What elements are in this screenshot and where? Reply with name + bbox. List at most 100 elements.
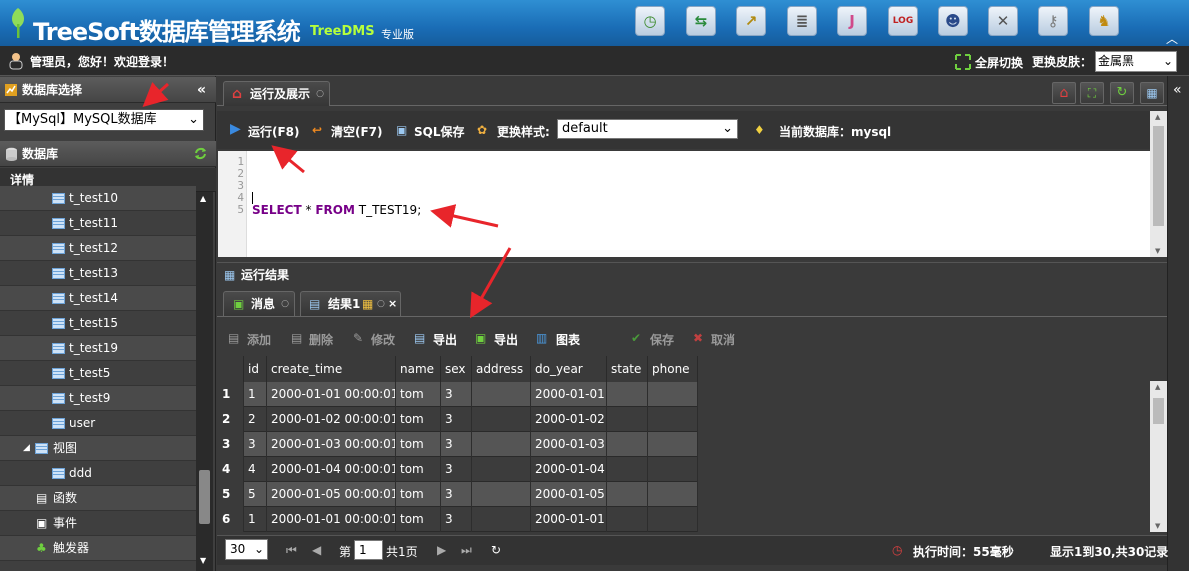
table-cell[interactable] — [648, 382, 698, 407]
tree-table-item[interactable]: user — [0, 411, 196, 436]
chart-button[interactable]: 图表 — [556, 331, 580, 348]
cancel-button[interactable]: 取消 — [711, 331, 735, 348]
tab-result1[interactable]: ▤ 结果1 ▦ ○ × — [300, 291, 401, 316]
table-cell[interactable]: 3 — [441, 482, 472, 507]
person-icon[interactable]: ♞ — [1089, 6, 1119, 36]
log-icon[interactable]: LOG — [888, 6, 918, 36]
table-cell[interactable]: 3 — [441, 407, 472, 432]
refresh-icon[interactable] — [193, 146, 208, 161]
table-cell[interactable]: 2000-01-03 00:00:01 — [267, 432, 396, 457]
tree-table-item[interactable]: t_test9 — [0, 386, 196, 411]
tab-menu-icon[interactable]: ○ — [281, 292, 289, 316]
column-header[interactable]: do_year — [531, 356, 607, 382]
table-cell[interactable]: 2000-01-04 — [531, 457, 607, 482]
tree-view-ddd[interactable]: ddd — [0, 461, 196, 486]
column-header[interactable]: state — [607, 356, 648, 382]
edit-button[interactable]: 修改 — [371, 331, 395, 348]
tree-functions[interactable]: ▤ 函数 — [0, 486, 196, 511]
fullscreen-icon[interactable] — [955, 54, 971, 70]
table-cell[interactable] — [648, 482, 698, 507]
column-header[interactable]: name — [396, 356, 441, 382]
table-cell[interactable]: 2000-01-01 00:00:01 — [267, 382, 396, 407]
tree-table-item[interactable]: t_test11 — [0, 211, 196, 236]
tree-table-item[interactable]: t_test5 — [0, 361, 196, 386]
tree-table-item[interactable]: t_test13 — [0, 261, 196, 286]
tab-menu-icon[interactable]: ○ — [377, 292, 385, 316]
table-cell[interactable]: tom — [396, 432, 441, 457]
tab-message[interactable]: ▣ 消息 ○ — [223, 291, 295, 316]
prev-page-icon[interactable]: ◀ — [312, 543, 321, 557]
table-cell[interactable]: 2000-01-04 00:00:01 — [267, 457, 396, 482]
reload-icon[interactable]: ↻ — [491, 543, 501, 557]
column-header[interactable]: create_time — [267, 356, 396, 382]
column-header[interactable]: id — [244, 356, 267, 382]
editor-scroll-thumb[interactable] — [1153, 126, 1164, 226]
table-cell[interactable] — [648, 507, 698, 532]
table-cell[interactable]: 2000-01-03 — [531, 432, 607, 457]
refresh-icon[interactable]: ↻ — [1110, 82, 1134, 104]
table-cell[interactable] — [648, 457, 698, 482]
table-cell[interactable]: tom — [396, 482, 441, 507]
first-page-icon[interactable]: ⏮ — [286, 543, 297, 558]
last-page-icon[interactable]: ⏭ — [461, 543, 472, 558]
close-icon[interactable]: × — [388, 292, 397, 316]
table-cell[interactable]: 1 — [244, 507, 267, 532]
table-cell[interactable]: 3 — [244, 432, 267, 457]
table-cell[interactable] — [648, 407, 698, 432]
column-header[interactable]: address — [472, 356, 531, 382]
table-cell[interactable] — [472, 482, 531, 507]
next-page-icon[interactable]: ▶ — [437, 543, 446, 557]
table-cell[interactable] — [607, 432, 648, 457]
table-cell[interactable] — [607, 407, 648, 432]
collapse-header-icon[interactable]: ︿ — [1166, 30, 1178, 47]
table-cell[interactable]: 2000-01-05 00:00:01 — [267, 482, 396, 507]
add-button[interactable]: 添加 — [247, 331, 271, 348]
tree-table-item[interactable]: t_test10 — [0, 186, 196, 211]
left-scroll-thumb[interactable] — [199, 470, 210, 524]
panel-icon[interactable]: ▦ — [1140, 82, 1164, 104]
table-cell[interactable] — [472, 382, 531, 407]
scroll-up-icon[interactable]: ▲ — [1155, 383, 1160, 391]
collapse-right-icon[interactable]: « — [1173, 82, 1182, 98]
table-cell[interactable] — [648, 432, 698, 457]
run-button[interactable]: 运行(F8) — [248, 123, 300, 140]
tab-run-display[interactable]: ⌂ 运行及展示 ○ — [223, 81, 330, 106]
column-header[interactable]: sex — [441, 356, 472, 382]
fullscreen-toggle[interactable]: 全屏切换 — [975, 54, 1023, 71]
table-cell[interactable]: 3 — [441, 382, 472, 407]
clear-button[interactable]: 清空(F7) — [331, 123, 383, 140]
table-cell[interactable]: 3 — [441, 457, 472, 482]
table-cell[interactable] — [472, 432, 531, 457]
expand-toggle-icon[interactable]: ◢ — [23, 436, 30, 461]
table-cell[interactable]: 5 — [244, 482, 267, 507]
table-cell[interactable] — [607, 507, 648, 532]
style-select[interactable]: default ⌄ — [557, 119, 738, 139]
table-cell[interactable]: 3 — [441, 432, 472, 457]
home-icon[interactable]: ⌂ — [1052, 82, 1076, 104]
table-cell[interactable]: 3 — [441, 507, 472, 532]
tree-views[interactable]: ◢ 视图 — [0, 436, 196, 461]
table-cell[interactable] — [607, 382, 648, 407]
table-cell[interactable]: 2000-01-01 — [531, 507, 607, 532]
table-cell[interactable] — [607, 457, 648, 482]
database-select[interactable]: 【MySql】MySQL数据库 ⌄ — [4, 109, 204, 131]
table-cell[interactable]: 2000-01-02 — [531, 407, 607, 432]
sync-arrows-icon[interactable]: ⇆ — [686, 6, 716, 36]
sql-save-button[interactable]: SQL保存 — [414, 123, 465, 140]
table-cell[interactable] — [472, 457, 531, 482]
grid-scroll-thumb[interactable] — [1153, 398, 1164, 424]
delete-button[interactable]: 删除 — [309, 331, 333, 348]
sql-statement[interactable]: SELECT * FROM T_TEST19; — [252, 203, 421, 217]
table-cell[interactable]: 2000-01-05 — [531, 482, 607, 507]
table-cell[interactable]: 2 — [244, 407, 267, 432]
scroll-down-icon[interactable]: ▼ — [1155, 247, 1160, 255]
table-cell[interactable]: 2000-01-01 00:00:01 — [267, 507, 396, 532]
column-header[interactable]: phone — [648, 356, 698, 382]
save-button[interactable]: 保存 — [650, 331, 674, 348]
table-cell[interactable]: 2000-01-01 — [531, 382, 607, 407]
maximize-icon[interactable]: ⛶ — [1080, 82, 1104, 104]
scroll-up-icon[interactable]: ▲ — [1155, 113, 1160, 121]
j-icon[interactable]: J — [837, 6, 867, 36]
tools-icon[interactable]: ✕ — [988, 6, 1018, 36]
export-excel-button[interactable]: 导出 — [494, 331, 518, 348]
